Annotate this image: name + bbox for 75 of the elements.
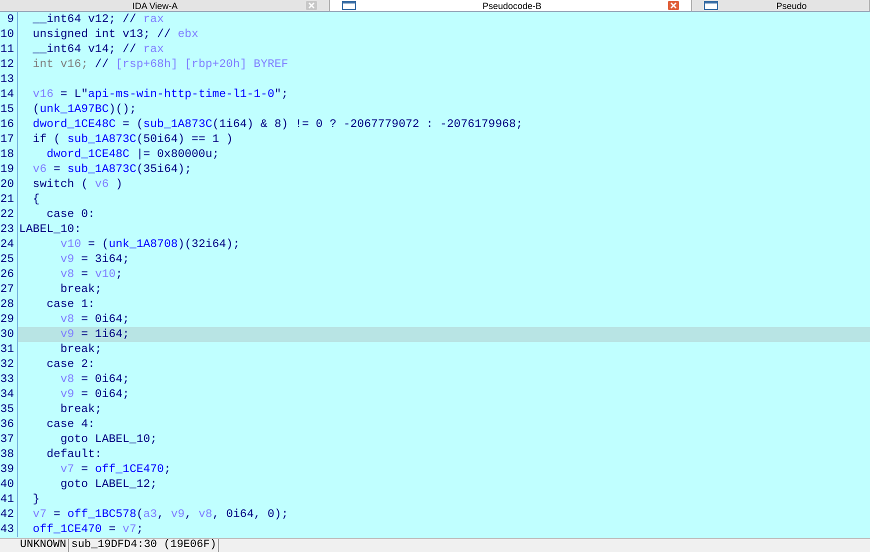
line-number: 23 (0, 222, 18, 237)
line-number: 35 (0, 402, 18, 417)
code-line: break; (59, 282, 103, 297)
code-line: v7 = off_1CE470; (59, 462, 172, 477)
tab[interactable]: Pseudo (692, 0, 870, 11)
line-number: 31 (0, 342, 18, 357)
code-line: { (32, 192, 41, 207)
tab[interactable]: Pseudocode-B (330, 0, 692, 11)
tab[interactable]: IDA View-A (0, 0, 330, 11)
code-line: v8 = v10; (59, 267, 124, 282)
code-line: LABEL_10: (18, 222, 82, 237)
line-number: 18 (0, 147, 18, 162)
line-number: 27 (0, 282, 18, 297)
code-line: v9 = 0i64; (59, 387, 130, 402)
line-number: 22 (0, 207, 18, 222)
line-number: 29 (0, 312, 18, 327)
line-number: 21 (0, 192, 18, 207)
line-number: 12 (0, 57, 18, 72)
code-line: unsigned int v13; // ebx (32, 27, 200, 42)
line-number: 28 (0, 297, 18, 312)
code-line: break; (59, 402, 103, 417)
code-line: } (32, 492, 41, 507)
line-number: 37 (0, 432, 18, 447)
line-number: 32 (0, 357, 18, 372)
code-line: v16 = L"api-ms-win-http-time-l1-1-0"; (32, 87, 290, 102)
code-line: if ( sub_1A873C(50i64) == 1 ) (32, 132, 234, 147)
code-line: (unk_1A97BC)(); (32, 102, 138, 117)
line-number: 16 (0, 117, 18, 132)
code-line: v9 = 3i64; (59, 252, 130, 267)
code-line: break; (59, 342, 103, 357)
line-number: 34 (0, 387, 18, 402)
code-line: goto LABEL_12; (59, 477, 158, 492)
line-number: 26 (0, 267, 18, 282)
code-line: int v16; // [rsp+68h] [rbp+20h] BYREF (32, 57, 290, 72)
status-field: sub_19DFD4:30 (19E06F) (69, 539, 220, 552)
line-number: 30 (0, 327, 18, 342)
line-number: 39 (0, 462, 18, 477)
line-number: 11 (0, 42, 18, 57)
line-number: 19 (0, 162, 18, 177)
code-line: v7 = off_1BC578(a3, v9, v8, 0i64, 0); (32, 507, 290, 522)
window-icon (342, 1, 356, 10)
code-line: dword_1CE48C = (sub_1A873C(1i64) & 8) != 0 ? -2067779072 : -2076179968; (32, 117, 524, 132)
line-number: 10 (0, 27, 18, 42)
line-number: 25 (0, 252, 18, 267)
code-line: dword_1CE48C |= 0x80000u; (46, 147, 220, 162)
code-line: case 2: (46, 357, 96, 372)
window-icon (704, 1, 718, 10)
line-number: 40 (0, 477, 18, 492)
line-number: 17 (0, 132, 18, 147)
line-number: 36 (0, 417, 18, 432)
line-number: 15 (0, 102, 18, 117)
line-number: 38 (0, 447, 18, 462)
line-number: 24 (0, 237, 18, 252)
code-line: v8 = 0i64; (59, 372, 130, 387)
code-line: case 0: (46, 207, 96, 222)
line-number: 14 (0, 87, 18, 102)
code-line: default: (46, 447, 103, 462)
code-line: v8 = 0i64; (59, 312, 130, 327)
line-number: 20 (0, 177, 18, 192)
code-line: __int64 v14; // rax (32, 42, 165, 57)
code-line: switch ( v6 ) (32, 177, 124, 192)
code-line: goto LABEL_10; (59, 432, 158, 447)
line-number: 43 (0, 522, 18, 537)
line-number: 33 (0, 372, 18, 387)
close-icon[interactable] (668, 1, 679, 10)
line-number: 13 (0, 72, 18, 87)
code-line: case 4: (46, 417, 96, 432)
code-line: case 1: (46, 297, 96, 312)
code-line: __int64 v12; // rax (32, 12, 165, 27)
line-number: 41 (0, 492, 18, 507)
code-line: off_1CE470 = v7; (32, 522, 144, 537)
line-number: 42 (0, 507, 18, 522)
code-line: v6 = sub_1A873C(35i64); (32, 162, 193, 177)
status-field: UNKNOWN (18, 539, 70, 552)
code-line: v10 = (unk_1A8708)(32i64); (59, 237, 241, 252)
